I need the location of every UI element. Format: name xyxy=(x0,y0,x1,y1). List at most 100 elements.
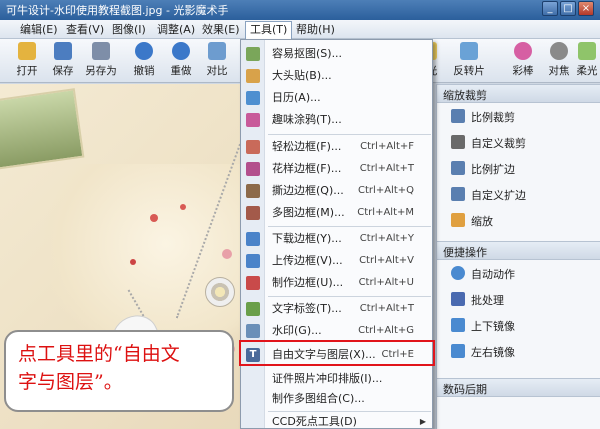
flip-vertical-icon xyxy=(451,318,465,332)
menu-separator xyxy=(268,134,431,135)
open-button[interactable]: 打开 xyxy=(8,41,46,81)
menu-help[interactable]: 帮助(H) xyxy=(292,22,339,37)
menu-separator xyxy=(268,296,431,297)
custom-crop-item[interactable]: 自定义裁剪 xyxy=(437,129,600,155)
soft-light-button[interactable]: 柔光 xyxy=(574,41,600,81)
photo-bead xyxy=(130,259,136,265)
compare-icon xyxy=(208,42,226,60)
menu-item-upload-frame[interactable]: 上传边框(V)... Ctrl+Alt+V xyxy=(241,250,432,272)
menu-item-sticker[interactable]: 大头贴(B)... xyxy=(241,65,432,87)
calendar-icon xyxy=(246,91,260,105)
photo-flower-charm xyxy=(205,277,235,307)
soft-light-icon xyxy=(578,42,596,60)
section-header-quick[interactable]: 便捷操作 xyxy=(437,241,600,260)
menu-bar: 编辑(E) 查看(V) 图像(I) 调整(A) 效果(E) 工具(T) 帮助(H… xyxy=(0,20,600,39)
menu-effects[interactable]: 效果(E) xyxy=(198,22,244,37)
redo-icon xyxy=(172,42,190,60)
menu-item-calendar[interactable]: 日历(A)... xyxy=(241,87,432,109)
zoom-icon xyxy=(451,213,465,227)
save-as-button[interactable]: 另存为 xyxy=(82,41,120,81)
frame-icon xyxy=(246,140,260,154)
download-frame-icon xyxy=(246,232,260,246)
undo-button[interactable]: 撤销 xyxy=(125,41,163,81)
callout-line-1: 点工具里的“自由文 xyxy=(18,343,180,365)
custom-crop-icon xyxy=(451,135,465,149)
photo-bead xyxy=(150,214,158,222)
menu-adjust[interactable]: 调整(A) xyxy=(153,22,199,37)
submenu-arrow-icon: ▶ xyxy=(419,417,426,426)
batch-icon xyxy=(451,292,465,306)
minimize-button[interactable]: _ xyxy=(542,1,558,16)
menu-item-text-tag[interactable]: 文字标签(T)... Ctrl+Alt+T xyxy=(241,298,432,320)
menu-edit[interactable]: 编辑(E) xyxy=(16,22,62,37)
close-button[interactable]: × xyxy=(578,1,594,16)
film-icon xyxy=(460,42,478,60)
tools-dropdown-menu: 容易抠图(S)... 大头贴(B)... 日历(A)... 趣味涂鸦(T)...… xyxy=(240,39,433,429)
save-button[interactable]: 保存 xyxy=(44,41,82,81)
menu-item-make-frame[interactable]: 制作边框(U)... Ctrl+Alt+U xyxy=(241,272,432,294)
color-bar-icon xyxy=(514,42,532,60)
text-tag-icon xyxy=(246,302,260,316)
window-title: 可牛设计-水印使用教程截图.jpg - 光影魔术手 xyxy=(6,4,229,17)
menu-item-torn-frame[interactable]: 撕边边框(Q)... Ctrl+Alt+Q xyxy=(241,180,432,202)
menu-separator xyxy=(268,226,431,227)
photo-bead xyxy=(222,249,232,259)
ratio-crop-item[interactable]: 比例裁剪 xyxy=(437,103,600,129)
focus-icon xyxy=(550,42,568,60)
menu-tools[interactable]: 工具(T) xyxy=(245,21,293,39)
section-header-crop[interactable]: 缩放裁剪 xyxy=(437,84,600,103)
batch-item[interactable]: 批处理 xyxy=(437,286,600,312)
menu-item-watermark[interactable]: 水印(G)... Ctrl+Alt+G xyxy=(241,320,432,342)
flip-horizontal-item[interactable]: 左右镜像 xyxy=(437,338,600,364)
window-controls: _ □ × xyxy=(542,1,594,16)
ratio-expand-item[interactable]: 比例扩边 xyxy=(437,155,600,181)
folder-icon xyxy=(18,42,36,60)
flip-horizontal-icon xyxy=(451,344,465,358)
callout-line-2: 字与图层”。 xyxy=(18,371,123,393)
menu-item-ccd-tool[interactable]: CCD死点工具(D) ▶ xyxy=(241,411,432,429)
menu-item-doodle[interactable]: 趣味涂鸦(T)... xyxy=(241,109,432,131)
color-bar-button[interactable]: 彩棒 xyxy=(504,41,542,81)
film-button[interactable]: 反转片 xyxy=(446,41,492,81)
pattern-frame-icon xyxy=(246,162,260,176)
sticker-icon xyxy=(246,69,260,83)
menu-item-easy-cutout[interactable]: 容易抠图(S)... xyxy=(241,43,432,65)
instruction-callout: 点工具里的“自由文 字与图层”。 xyxy=(4,330,234,412)
cutout-icon xyxy=(246,47,260,61)
highlight-box xyxy=(239,340,435,366)
section-header-digital[interactable]: 数码后期 xyxy=(437,378,600,397)
save-as-icon xyxy=(92,42,110,60)
menu-view[interactable]: 查看(V) xyxy=(62,22,108,37)
maximize-button[interactable]: □ xyxy=(560,1,576,16)
flip-vertical-item[interactable]: 上下镜像 xyxy=(437,312,600,338)
photo-bead xyxy=(180,204,186,210)
upload-frame-icon xyxy=(246,254,260,268)
auto-action-icon xyxy=(451,266,465,280)
menu-item-multi-photo[interactable]: 制作多图组合(C)... xyxy=(241,388,432,410)
custom-expand-item[interactable]: 自定义扩边 xyxy=(437,181,600,207)
right-panel: 缩放裁剪 比例裁剪 自定义裁剪 比例扩边 自定义扩边 缩放 便捷操作 自动动作 … xyxy=(436,84,600,429)
focus-button[interactable]: 对焦 xyxy=(540,41,578,81)
save-icon xyxy=(54,42,72,60)
menu-item-multi-frame[interactable]: 多图边框(M)... Ctrl+Alt+M xyxy=(241,202,432,224)
torn-frame-icon xyxy=(246,184,260,198)
redo-button[interactable]: 重做 xyxy=(162,41,200,81)
photo-book xyxy=(0,88,85,170)
title-bar: 可牛设计-水印使用教程截图.jpg - 光影魔术手 _ □ × xyxy=(0,0,600,20)
make-frame-icon xyxy=(246,276,260,290)
menu-item-easy-frame[interactable]: 轻松边框(F)... Ctrl+Alt+F xyxy=(241,136,432,158)
watermark-icon xyxy=(246,324,260,338)
custom-expand-icon xyxy=(451,187,465,201)
ratio-expand-icon xyxy=(451,161,465,175)
zoom-item[interactable]: 缩放 xyxy=(437,207,600,233)
menu-image[interactable]: 图像(I) xyxy=(108,22,150,37)
undo-icon xyxy=(135,42,153,60)
menu-item-id-photo[interactable]: 证件照片冲印排版(I)... xyxy=(241,368,432,390)
menu-item-pattern-frame[interactable]: 花样边框(F)... Ctrl+Alt+T xyxy=(241,158,432,180)
multi-frame-icon xyxy=(246,206,260,220)
auto-action-item[interactable]: 自动动作 xyxy=(437,260,600,286)
ratio-crop-icon xyxy=(451,109,465,123)
menu-item-download-frame[interactable]: 下载边框(Y)... Ctrl+Alt+Y xyxy=(241,228,432,250)
doodle-icon xyxy=(246,113,260,127)
compare-button[interactable]: 对比 xyxy=(198,41,236,81)
